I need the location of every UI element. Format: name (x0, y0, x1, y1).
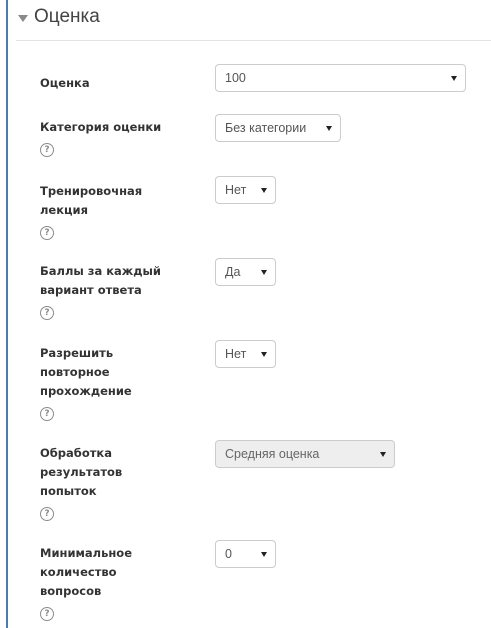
practice-lesson-select[interactable]: Нет (215, 176, 276, 204)
section-divider (16, 40, 491, 41)
help-icon[interactable]: ? (40, 407, 54, 421)
collapse-caret-icon[interactable] (18, 14, 28, 22)
help-icon[interactable]: ? (40, 607, 54, 621)
dropdown-arrow-icon (380, 452, 386, 457)
dropdown-arrow-icon (261, 270, 267, 275)
field-label-attempts-handling: Обработка результатов попыток ? (40, 446, 123, 521)
dropdown-arrow-icon (451, 76, 457, 81)
section-title: Оценка (34, 6, 100, 27)
dropdown-arrow-icon (261, 552, 267, 557)
help-icon[interactable]: ? (40, 143, 54, 157)
help-icon[interactable]: ? (40, 507, 54, 521)
grade-select[interactable]: 100 (215, 64, 466, 92)
dropdown-arrow-icon (261, 188, 267, 193)
field-label-practice-lesson: Тренировочная лекция ? (40, 184, 143, 240)
help-icon[interactable]: ? (40, 226, 54, 240)
grade-category-select[interactable]: Без категории (215, 114, 341, 142)
min-questions-select[interactable]: 0 (215, 540, 276, 568)
retake-select[interactable]: Нет (215, 340, 276, 368)
attempts-handling-select[interactable]: Средняя оценка (215, 440, 395, 468)
grade-fieldset: Оценка Оценка 100 Категория оценки ? Без… (6, 0, 491, 628)
dropdown-arrow-icon (261, 352, 267, 357)
field-label-retake: Разрешить повторное прохождение ? (40, 346, 132, 421)
field-label-custom-scoring: Баллы за каждый вариант ответа ? (40, 264, 161, 320)
custom-scoring-select[interactable]: Да (215, 258, 276, 286)
dropdown-arrow-icon (326, 126, 332, 131)
field-label-grade-category: Категория оценки ? (40, 120, 162, 157)
section-header-grade[interactable]: Оценка (18, 6, 100, 28)
field-label-min-questions: Минимальное количество вопросов ? (40, 546, 133, 621)
help-icon[interactable]: ? (40, 306, 54, 320)
field-label-grade: Оценка (40, 76, 90, 90)
